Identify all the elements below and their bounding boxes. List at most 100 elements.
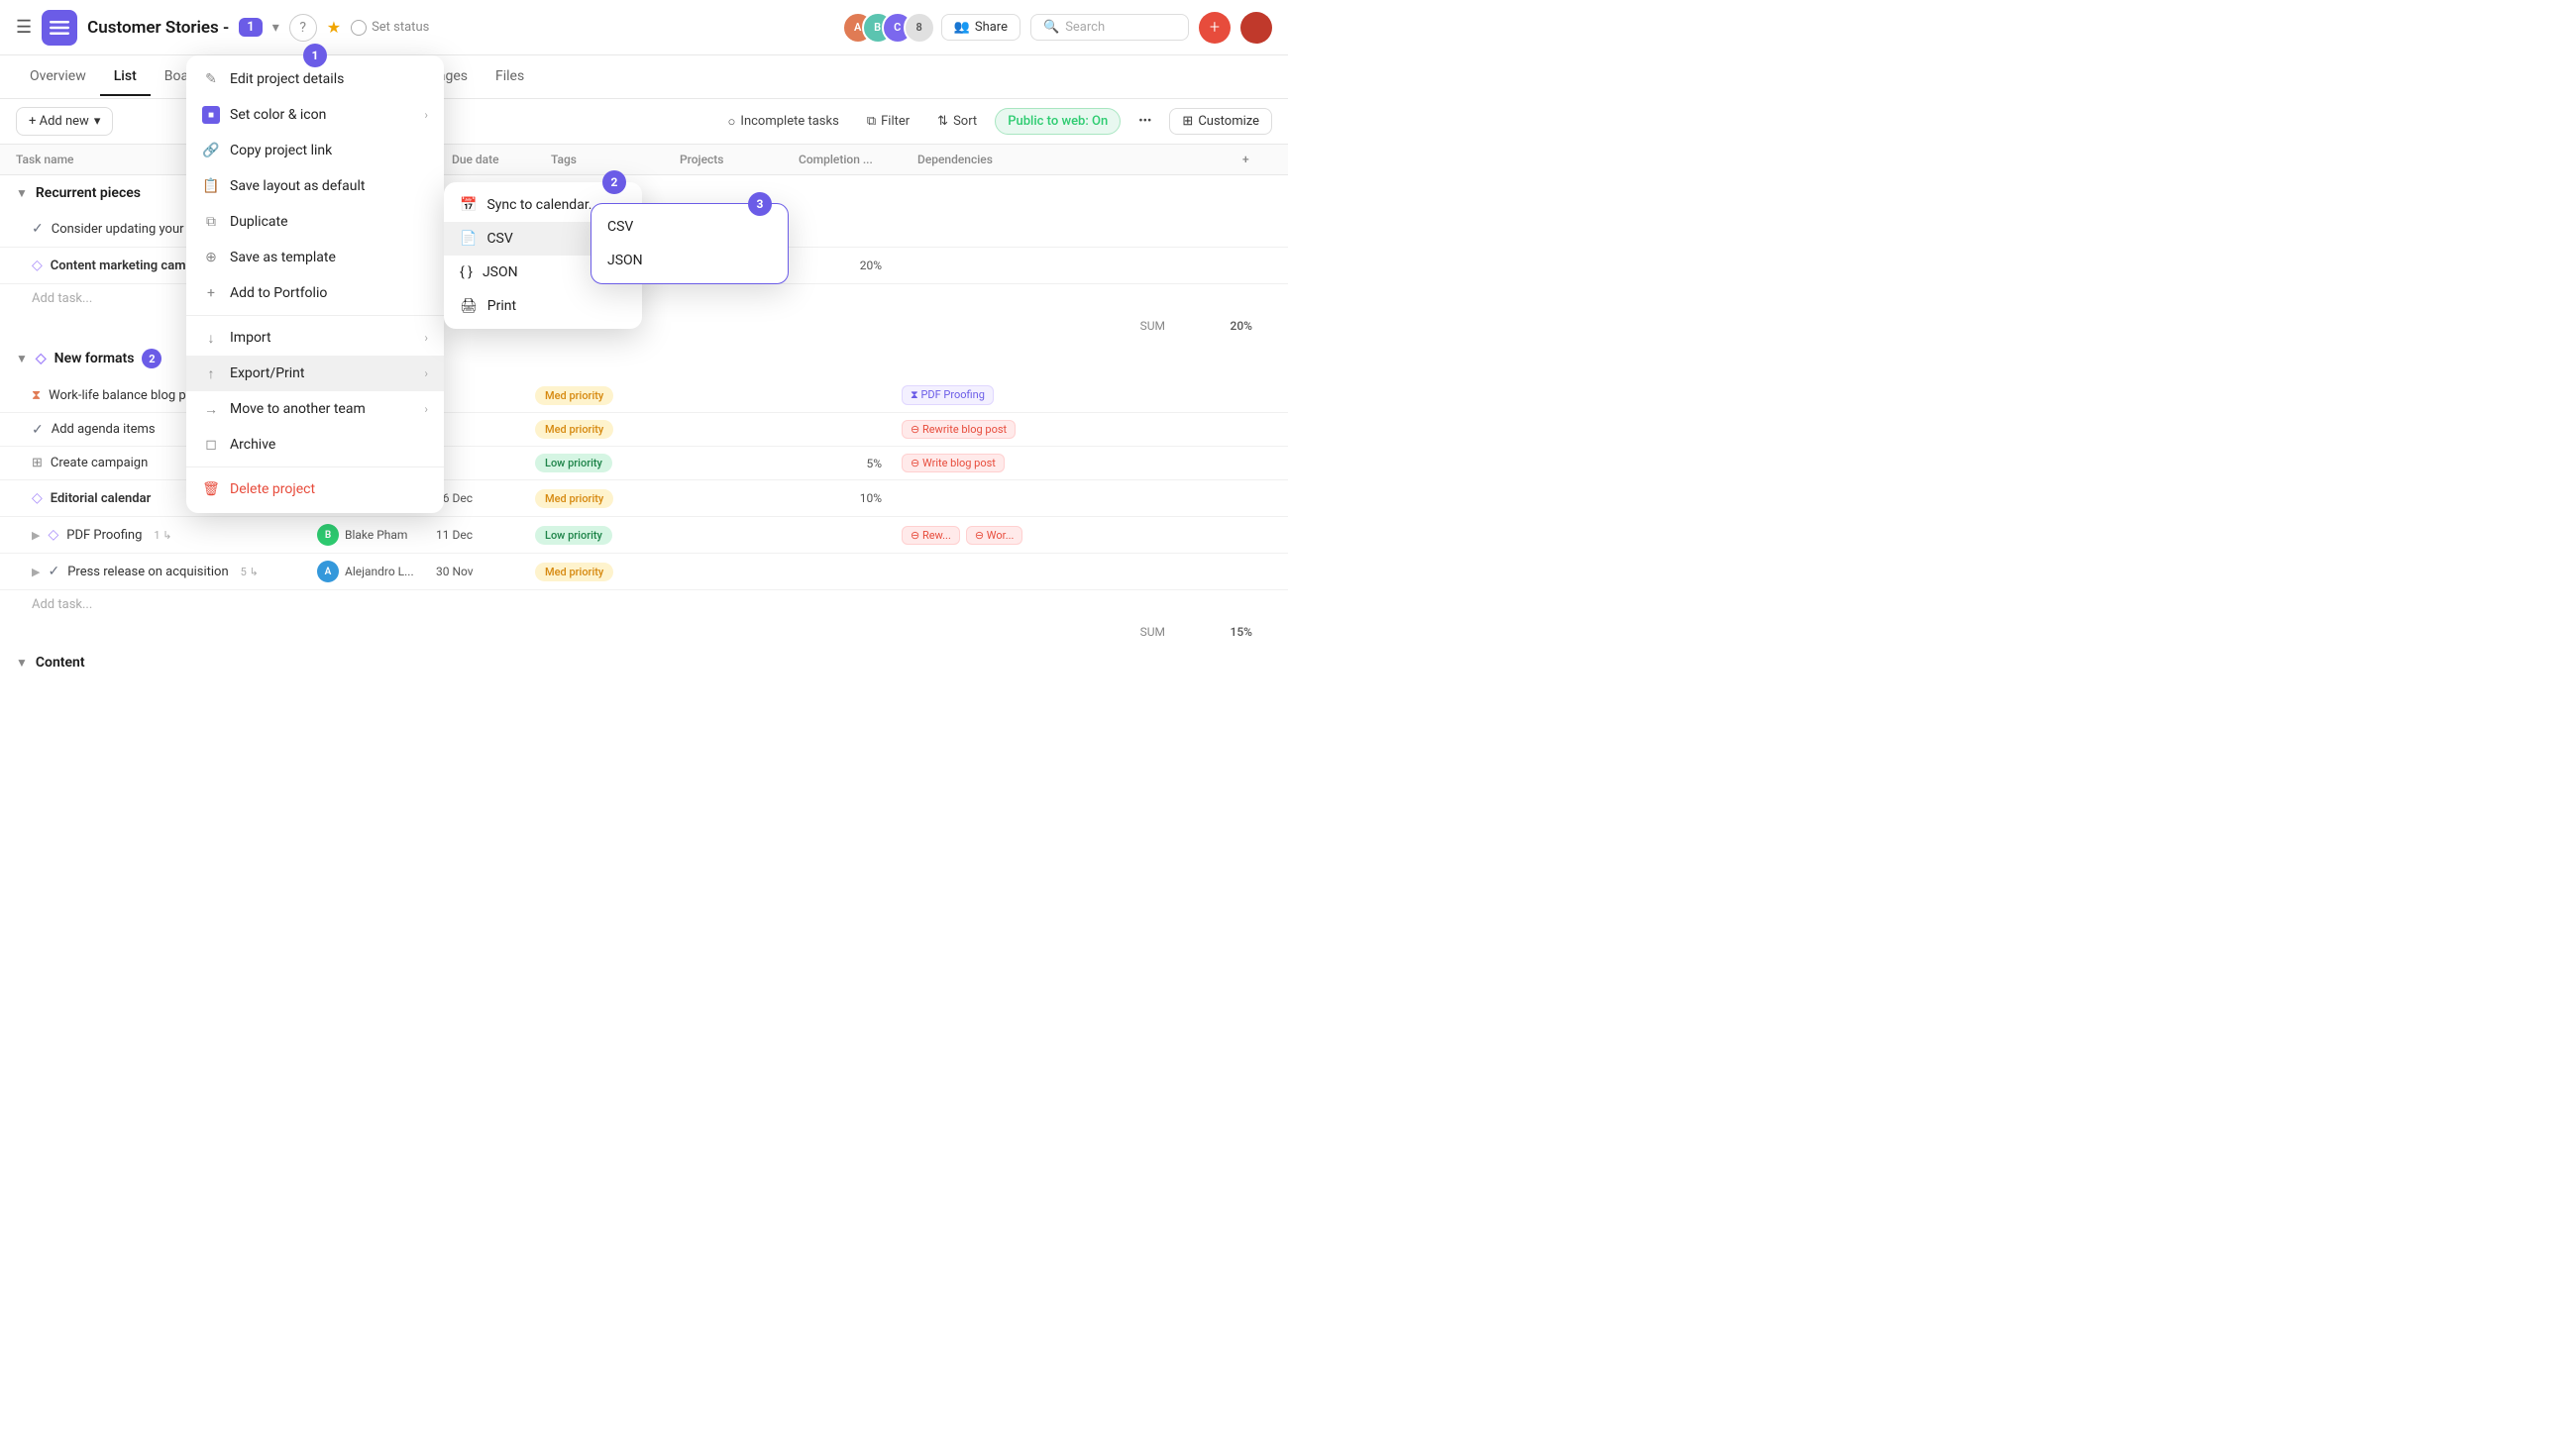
med-priority-badge: Med priority xyxy=(535,563,613,581)
assignee-name: Blake Pham xyxy=(345,259,407,272)
user-avatar[interactable] xyxy=(1240,12,1272,44)
search-box[interactable]: 🔍 Search xyxy=(1030,14,1189,41)
status-circle-icon xyxy=(351,20,367,36)
sum-row-recurrent: SUM 20% xyxy=(0,313,1288,339)
add-new-button[interactable]: + Add new ▾ xyxy=(16,107,113,136)
table-row[interactable]: ▶ ◇ PDF Proofing 1 ↳ B Blake Pham 11 Dec… xyxy=(0,517,1288,554)
section-title: Recurrent pieces xyxy=(36,185,141,201)
add-column-button[interactable]: + xyxy=(1242,153,1272,166)
task-status-done-icon: ✓ xyxy=(32,221,44,237)
help-icon[interactable]: ? xyxy=(289,14,317,42)
set-status-btn[interactable]: Set status xyxy=(351,20,429,36)
tags-cell: Med priority xyxy=(535,257,664,275)
task-status-diamond-icon: ◇ xyxy=(32,258,43,273)
favorite-icon[interactable]: ★ xyxy=(327,18,341,37)
due-date-cell: 17 Dec xyxy=(436,259,535,272)
table-row[interactable]: ◇ Editorial calendar B Blake Pham 16 Dec… xyxy=(0,480,1288,517)
table-row[interactable]: ⊞ Create campaign Low priority 5% ⊖ Writ… xyxy=(0,447,1288,480)
dep-badge-wor: ⊖ Wor... xyxy=(966,526,1023,545)
project-title: Customer Stories - xyxy=(87,18,229,38)
task-status-grid-icon: ⊞ xyxy=(32,456,43,470)
assignee-name: Alejandro L... xyxy=(345,565,414,578)
tab-messages[interactable]: Messages xyxy=(390,58,482,96)
low-priority-badge: Low priority xyxy=(535,526,612,545)
incomplete-tasks-button[interactable]: ○ Incomplete tasks xyxy=(718,109,849,135)
med-priority-badge: Med priority xyxy=(535,386,613,405)
col-completion: Completion ... xyxy=(799,153,917,166)
section-recurrent-pieces[interactable]: ▼ Recurrent pieces xyxy=(0,175,1288,211)
task-name-text: Editorial calendar xyxy=(51,491,152,506)
tab-board[interactable]: Board xyxy=(151,58,215,96)
table-header: Task name Assignee Due date Tags Project… xyxy=(0,145,1288,175)
table-row[interactable]: ▶ ✓ Press release on acquisition 5 ↳ A A… xyxy=(0,554,1288,590)
expand-icon[interactable]: ▶ xyxy=(32,529,40,542)
task-status-done-icon: ✓ xyxy=(32,422,44,438)
tags-cell: Med priority xyxy=(535,420,664,439)
customize-icon: ⊞ xyxy=(1182,114,1193,129)
med-priority-badge: Med priority xyxy=(535,420,613,439)
assignee-avatar: B xyxy=(317,255,339,276)
add-new-arrow-icon: ▾ xyxy=(94,114,101,129)
completion-cell: 10% xyxy=(783,491,902,505)
nav-tabs: Overview List Board Timeline Dashboard M… xyxy=(0,55,1288,99)
public-to-web-button[interactable]: Public to web: On xyxy=(995,108,1121,135)
share-button[interactable]: 👥 Share xyxy=(941,14,1020,41)
col-projects: Projects xyxy=(680,153,799,166)
section-new-formats[interactable]: ▼ ◇ New formats 2 xyxy=(0,339,1288,378)
task-status-diamond-icon: ◇ xyxy=(32,490,43,506)
customize-button[interactable]: ⊞ Customize xyxy=(1169,108,1272,135)
table-row[interactable]: ⧗ Work-life balance blog post Med priori… xyxy=(0,378,1288,413)
avatar-count: 8 xyxy=(904,12,935,44)
add-task-recurrent[interactable]: Add task... xyxy=(0,284,1288,313)
section-content[interactable]: ▼ Content xyxy=(0,645,1288,680)
due-date-cell: 1 Nov xyxy=(436,222,535,236)
col-assignee: Assignee xyxy=(333,153,452,166)
task-status-done-icon: ✓ xyxy=(48,564,59,579)
task-name-text: PDF Proofing xyxy=(66,528,142,543)
assignee-name: Blake Pham xyxy=(345,491,407,505)
global-add-button[interactable]: + xyxy=(1199,12,1231,44)
assignee-cell: B Blake Pham xyxy=(317,524,436,546)
tab-overview[interactable]: Overview xyxy=(16,58,100,96)
subtask-count: 1 ↳ xyxy=(154,529,171,542)
deps-cell: ⊖ Rew... ⊖ Wor... xyxy=(902,526,1272,545)
tab-timeline[interactable]: Timeline xyxy=(215,58,295,96)
dep-badge-rew: ⊖ Rew... xyxy=(902,526,960,545)
assignee-name: Blake Pham xyxy=(345,528,407,542)
toolbar: + Add new ▾ ○ Incomplete tasks ⧉ Filter … xyxy=(0,99,1288,145)
tab-list[interactable]: List xyxy=(100,58,151,96)
col-tags: Tags xyxy=(551,153,680,166)
task-name-text: Add agenda items xyxy=(52,422,156,437)
assignee-cell: B Blake Pham xyxy=(317,487,436,509)
table-row[interactable]: ✓ Add agenda items Med priority ⊖ Rewrit… xyxy=(0,413,1288,447)
sum-row-new-formats: SUM 15% xyxy=(0,619,1288,645)
task-name-text: Press release on acquisition xyxy=(67,565,228,579)
med-priority-badge: Med priority xyxy=(535,489,613,508)
filter-button[interactable]: ⧉ Filter xyxy=(857,109,919,134)
more-options-button[interactable]: ••• xyxy=(1128,109,1161,134)
tab-files[interactable]: Files xyxy=(482,58,538,96)
team-avatars[interactable]: A B C 8 xyxy=(842,10,931,46)
task-name-text: Work-life balance blog post xyxy=(49,388,204,403)
tags-cell: Med priority xyxy=(535,386,664,405)
deps-cell: ⊖ Write blog post xyxy=(902,454,1272,472)
table-row[interactable]: ✓ Consider updating your project progres… xyxy=(0,211,1288,248)
hamburger-icon[interactable]: ☰ xyxy=(16,17,32,38)
expand-icon[interactable]: ▶ xyxy=(32,566,40,578)
task-name-text: Consider updating your project progres xyxy=(52,222,274,237)
tags-cell: Low priority xyxy=(535,526,664,545)
tab-dashboard[interactable]: Dashboard xyxy=(295,58,390,96)
project-dropdown-arrow[interactable]: ▾ xyxy=(272,20,279,36)
table-row[interactable]: ◇ Content marketing campaign! B Blake Ph… xyxy=(0,248,1288,284)
app-icon[interactable] xyxy=(42,10,77,46)
section-caret-icon: ▼ xyxy=(16,352,28,365)
assignee-avatar: B xyxy=(317,487,339,509)
sort-button[interactable]: ⇅ Sort xyxy=(927,109,987,134)
tags-cell: Low priority xyxy=(535,454,664,472)
task-status-diamond-icon: ◇ xyxy=(48,527,58,543)
add-task-new-formats[interactable]: Add task... xyxy=(0,590,1288,619)
task-name-text: Content marketing campaign! xyxy=(51,259,222,273)
section-diamond-icon: ◇ xyxy=(36,351,47,366)
col-task-name: Task name xyxy=(16,153,333,166)
dep-badge-pdf: ⧗ PDF Proofing xyxy=(902,385,994,405)
